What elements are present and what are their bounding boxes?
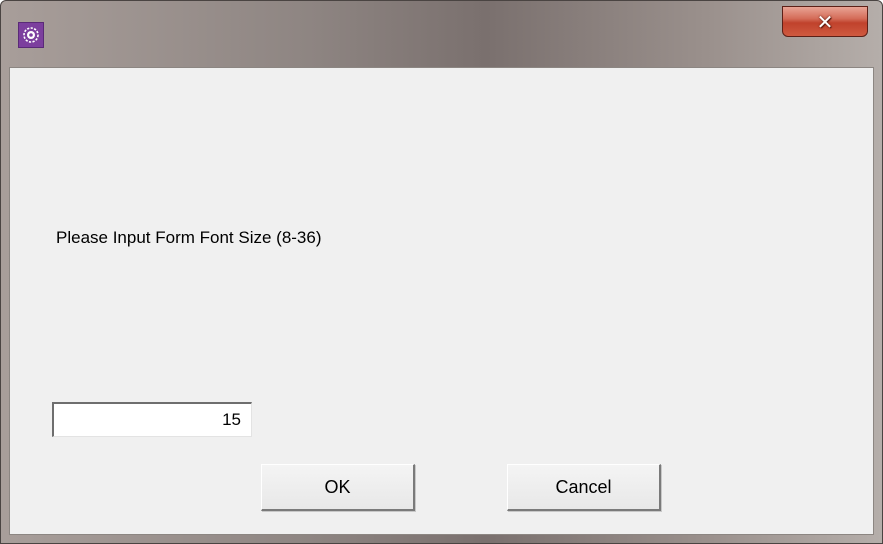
dialog-client-area: Please Input Form Font Size (8-36) OK Ca… [9,67,874,535]
close-button[interactable]: ✕ [782,6,868,37]
prompt-label: Please Input Form Font Size (8-36) [56,228,322,247]
app-gear-icon[interactable] [18,22,44,48]
title-bar[interactable]: ✕ [1,1,882,67]
ok-button[interactable]: OK [261,464,415,511]
cancel-button[interactable]: Cancel [507,464,661,511]
close-icon: ✕ [816,9,834,34]
font-size-input[interactable] [52,402,252,437]
dialog-window: ✕ Please Input Form Font Size (8-36) OK … [0,0,883,544]
